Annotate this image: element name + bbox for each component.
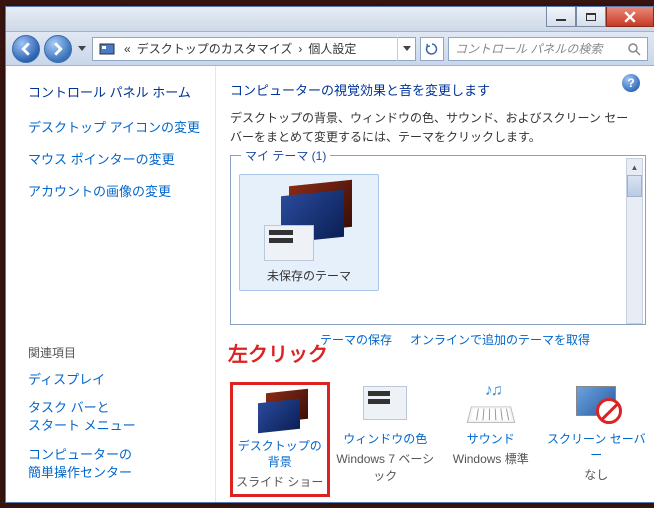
theme-item-unsaved[interactable]: 未保存のテーマ — [239, 174, 379, 291]
explorer-window: « デスクトップのカスタマイズ › 個人設定 コントロール パネルの検索 コント… — [5, 6, 654, 503]
breadcrumb-sep: › — [295, 42, 305, 56]
option-sub: スライド ショー — [233, 473, 327, 490]
related-link-ease-of-access[interactable]: コンピューターの 簡単操作センター — [28, 446, 205, 482]
theme-thumbnail-icon — [259, 181, 359, 261]
minimize-button[interactable] — [546, 7, 576, 27]
my-themes-legend: マイ テーマ (1) — [241, 147, 330, 164]
sidebar: コントロール パネル ホーム デスクトップ アイコンの変更 マウス ポインターの… — [6, 66, 216, 502]
option-sub: Windows 7 ベーシック — [336, 450, 436, 484]
get-online-themes-link[interactable]: オンラインで追加のテーマを取得 — [410, 331, 590, 348]
control-panel-home-link[interactable]: コントロール パネル ホーム — [28, 82, 205, 101]
annotation-left-click: 左クリック — [228, 338, 328, 367]
refresh-icon — [425, 42, 439, 56]
desktop-background-icon — [252, 389, 308, 433]
option-label: デスクトップの背景 — [233, 439, 327, 470]
address-bar: « デスクトップのカスタマイズ › 個人設定 コントロール パネルの検索 — [6, 32, 654, 66]
search-input[interactable]: コントロール パネルの検索 — [448, 37, 648, 61]
theme-settings-row: デスクトップの背景 スライド ショー ウィンドウの色 Windows 7 ベーシ… — [230, 382, 646, 496]
page-description: デスクトップの背景、ウィンドウの色、サウンド、およびスクリーン セーバーをまとめ… — [230, 109, 646, 147]
refresh-button[interactable] — [420, 37, 444, 61]
personalization-icon — [97, 39, 117, 59]
breadcrumb-item-2[interactable]: 個人設定 — [305, 40, 359, 57]
option-screen-saver[interactable]: スクリーン セーバー なし — [547, 382, 647, 482]
breadcrumb-prefix: « — [121, 42, 134, 56]
related-link-display[interactable]: ディスプレイ — [28, 371, 205, 389]
breadcrumb-dropdown[interactable] — [397, 37, 415, 61]
my-themes-group: マイ テーマ (1) 未保存のテーマ ▲ — [230, 155, 646, 325]
search-icon — [627, 42, 641, 56]
arrow-left-icon — [19, 42, 33, 56]
option-label: ウィンドウの色 — [336, 432, 436, 448]
theme-item-label: 未保存のテーマ — [246, 267, 372, 284]
sidebar-link-mouse-pointers[interactable]: マウス ポインターの変更 — [28, 151, 205, 169]
sound-icon: ♪♫ — [463, 382, 519, 426]
related-items-header: 関連項目 — [28, 344, 205, 361]
option-sub: Windows 標準 — [441, 450, 541, 467]
related-link-taskbar[interactable]: タスク バーと スタート メニュー — [28, 399, 205, 435]
option-desktop-background[interactable]: デスクトップの背景 スライド ショー — [230, 382, 330, 496]
titlebar — [6, 7, 654, 32]
close-icon — [624, 11, 636, 23]
chevron-down-icon — [78, 46, 86, 51]
sidebar-link-desktop-icons[interactable]: デスクトップ アイコンの変更 — [28, 119, 205, 137]
help-button[interactable]: ? — [622, 74, 640, 92]
option-window-color[interactable]: ウィンドウの色 Windows 7 ベーシック — [336, 382, 436, 484]
breadcrumb-item-1[interactable]: デスクトップのカスタマイズ — [134, 40, 296, 57]
arrow-right-icon — [51, 42, 65, 56]
scrollbar-thumb[interactable] — [627, 175, 642, 197]
maximize-button[interactable] — [576, 7, 606, 27]
close-button[interactable] — [606, 7, 654, 27]
themes-scrollbar[interactable]: ▲ — [626, 158, 643, 324]
nav-history-dropdown[interactable] — [76, 35, 88, 63]
main-panel: ? コンピューターの視覚効果と音を変更します デスクトップの背景、ウィンドウの色… — [216, 66, 654, 502]
sidebar-link-account-picture[interactable]: アカウントの画像の変更 — [28, 183, 205, 201]
option-label: スクリーン セーバー — [547, 432, 647, 463]
chevron-down-icon — [403, 46, 411, 51]
option-label: サウンド — [441, 432, 541, 448]
screen-saver-icon — [568, 382, 624, 426]
page-heading: コンピューターの視覚効果と音を変更します — [230, 80, 646, 99]
forward-button[interactable] — [44, 35, 72, 63]
scroll-up-icon[interactable]: ▲ — [627, 159, 642, 175]
save-theme-link[interactable]: テーマの保存 — [320, 331, 392, 348]
option-sub: なし — [547, 466, 647, 483]
window-color-icon — [357, 382, 413, 426]
option-sounds[interactable]: ♪♫ サウンド Windows 標準 — [441, 382, 541, 467]
search-placeholder: コントロール パネルの検索 — [455, 40, 602, 57]
back-button[interactable] — [12, 35, 40, 63]
breadcrumb[interactable]: « デスクトップのカスタマイズ › 個人設定 — [92, 37, 416, 61]
